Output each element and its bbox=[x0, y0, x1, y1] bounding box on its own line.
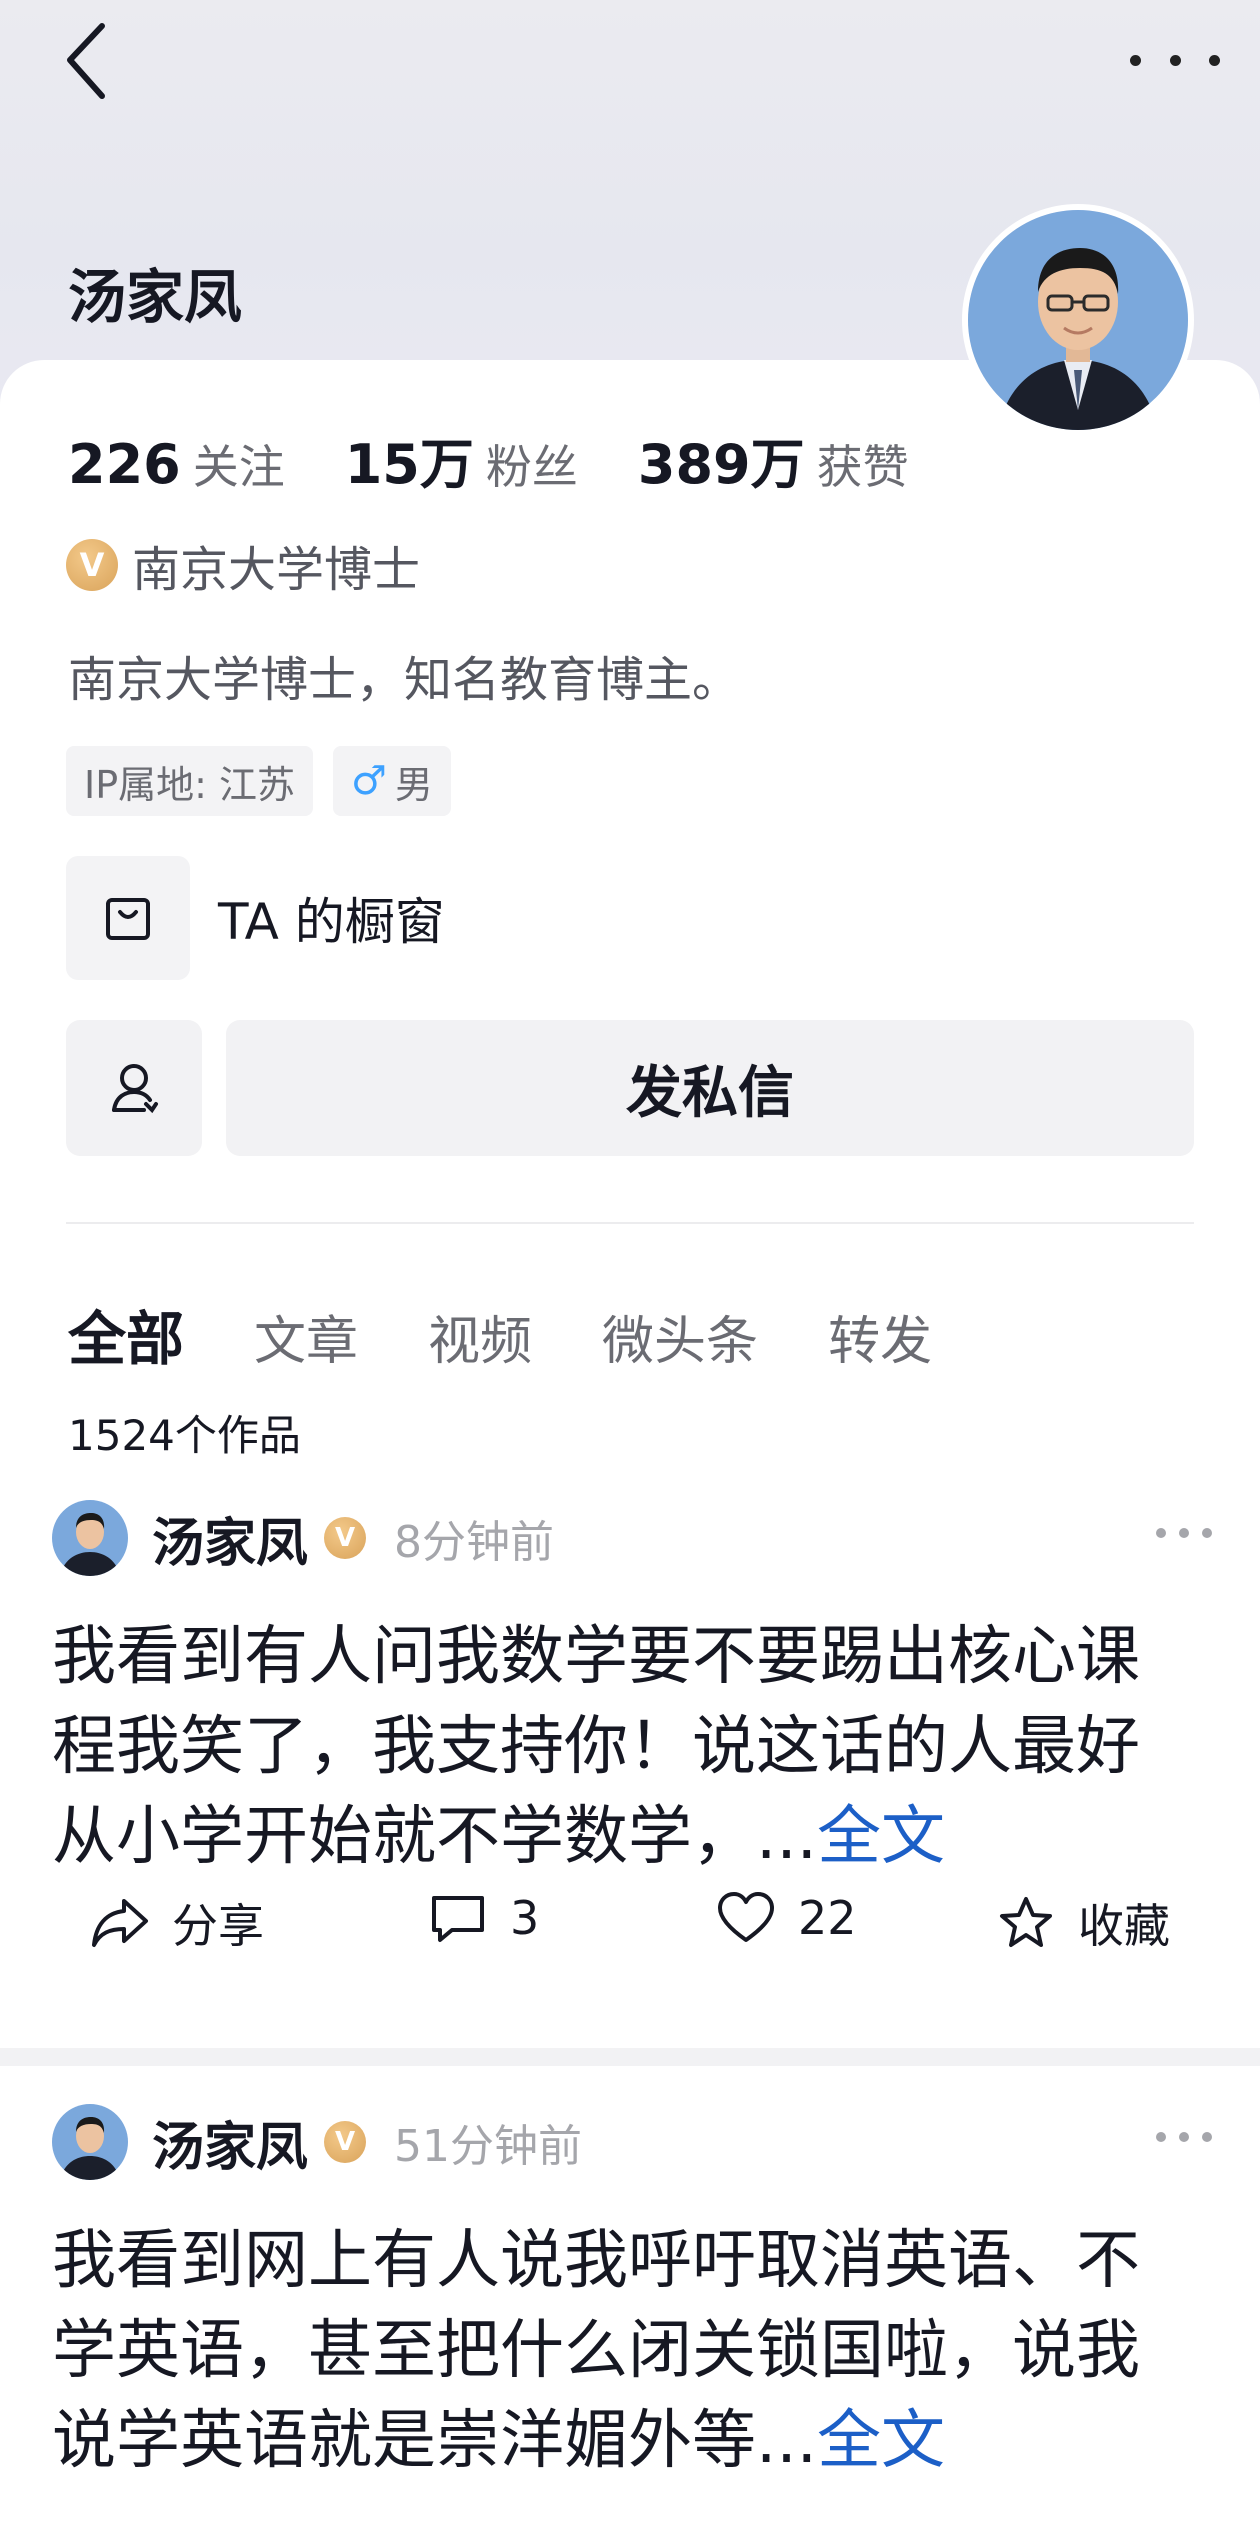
post-separator bbox=[0, 2048, 1260, 2066]
like-button[interactable]: 22 bbox=[716, 1890, 857, 1946]
verified-badge-icon: V bbox=[324, 2121, 367, 2163]
stat-likes[interactable]: 389万 获赞 bbox=[638, 420, 909, 499]
more-dots-icon bbox=[1156, 2132, 1166, 2142]
post-author-avatar[interactable] bbox=[52, 1500, 128, 1576]
more-options-button[interactable] bbox=[1130, 30, 1220, 90]
post-more-button[interactable] bbox=[1156, 2132, 1212, 2146]
tab-micro-posts[interactable]: 微头条 bbox=[602, 1299, 758, 1374]
heart-icon bbox=[718, 1892, 774, 1942]
male-icon: ♂ bbox=[351, 758, 387, 804]
user-follow-icon bbox=[112, 1064, 158, 1114]
stat-label: 关注 bbox=[192, 440, 285, 494]
stat-label: 粉丝 bbox=[485, 440, 578, 494]
tab-reposts[interactable]: 转发 bbox=[828, 1299, 932, 1374]
comment-icon bbox=[432, 1896, 484, 1942]
verified-badge-icon: V bbox=[324, 1517, 367, 1559]
gender-tag: ♂ 男 bbox=[333, 746, 451, 816]
post-text: 我看到有人问我数学要不要踢出核心课程我笑了，我支持你！说这话的人最好从小学开始就… bbox=[52, 1620, 1140, 1874]
section-divider bbox=[66, 1222, 1194, 1224]
post-header: 汤家凤 V 51分钟前 bbox=[52, 2104, 582, 2180]
back-button[interactable] bbox=[60, 18, 130, 108]
post-body[interactable]: 我看到网上有人说我呼吁取消英语、不学英语，甚至把什么闭关锁国啦，说我说学英语就是… bbox=[52, 2216, 1202, 2486]
shop-window-label: TA 的橱窗 bbox=[218, 893, 445, 951]
post-timestamp: 8分钟前 bbox=[394, 1517, 555, 1568]
verified-text: 南京大学博士 bbox=[132, 542, 421, 598]
stat-label: 获赞 bbox=[816, 440, 909, 494]
stat-number: 389万 bbox=[637, 433, 805, 496]
profile-name: 汤家凤 bbox=[68, 263, 243, 331]
post-text: 我看到网上有人说我呼吁取消英语、不学英语，甚至把什么闭关锁国啦，说我说学英语就是… bbox=[52, 2224, 1140, 2478]
share-icon bbox=[92, 1899, 148, 1947]
profile-avatar[interactable] bbox=[962, 204, 1194, 436]
share-button[interactable]: 分享 bbox=[90, 1890, 264, 1956]
stat-following[interactable]: 226 关注 bbox=[68, 431, 285, 497]
profile-bio: 南京大学博士，知名教育博主。 bbox=[68, 652, 741, 708]
tab-all[interactable]: 全部 bbox=[68, 1292, 184, 1376]
ip-location-text: IP属地: 江苏 bbox=[84, 762, 296, 807]
tab-articles[interactable]: 文章 bbox=[254, 1299, 358, 1374]
post-author-name[interactable]: 汤家凤 bbox=[152, 2105, 308, 2180]
post-body[interactable]: 我看到有人问我数学要不要踢出核心课程我笑了，我支持你！说这话的人最好从小学开始就… bbox=[52, 1612, 1202, 1882]
post-author-avatar[interactable] bbox=[52, 2104, 128, 2180]
stat-followers[interactable]: 15万 粉丝 bbox=[345, 420, 578, 499]
verification-info: V 南京大学博士 bbox=[66, 530, 420, 600]
post-timestamp: 51分钟前 bbox=[394, 2121, 583, 2172]
post-more-button[interactable] bbox=[1156, 1528, 1212, 1542]
comment-count: 3 bbox=[510, 1891, 540, 1945]
favorite-button[interactable]: 收藏 bbox=[996, 1890, 1170, 1956]
verified-badge-icon: V bbox=[66, 539, 118, 591]
profile-tags: IP属地: 江苏 ♂ 男 bbox=[66, 746, 471, 816]
more-dots-icon bbox=[1130, 54, 1141, 66]
shop-window-entry[interactable]: TA 的橱窗 bbox=[66, 856, 445, 980]
like-count: 22 bbox=[798, 1891, 857, 1945]
gender-text: 男 bbox=[394, 762, 433, 807]
read-full-link[interactable]: 全文 bbox=[817, 1800, 945, 1874]
read-full-link[interactable]: 全文 bbox=[817, 2404, 945, 2478]
profile-stats: 226 关注 15万 粉丝 389万 获赞 bbox=[68, 420, 969, 499]
comment-button[interactable]: 3 bbox=[428, 1890, 539, 1946]
tab-videos[interactable]: 视频 bbox=[428, 1299, 532, 1374]
post-actions: 分享 3 22 收藏 bbox=[0, 1890, 1260, 1970]
post-header: 汤家凤 V 8分钟前 bbox=[52, 1500, 554, 1576]
stat-number: 226 bbox=[68, 433, 181, 496]
shop-bag-icon bbox=[66, 856, 190, 980]
follow-user-button[interactable] bbox=[66, 1020, 202, 1156]
stat-number: 15万 bbox=[344, 433, 474, 496]
star-icon bbox=[1000, 1897, 1052, 1947]
avatar-image bbox=[968, 210, 1188, 430]
send-message-button[interactable]: 发私信 bbox=[226, 1020, 1194, 1156]
more-dots-icon bbox=[1156, 1528, 1166, 1538]
ip-location-tag: IP属地: 江苏 bbox=[66, 746, 314, 816]
chevron-left-icon bbox=[67, 23, 105, 99]
share-label: 分享 bbox=[172, 1899, 264, 1953]
works-count: 1524个作品 bbox=[68, 1411, 301, 1460]
favorite-label: 收藏 bbox=[1078, 1899, 1170, 1953]
post-author-name[interactable]: 汤家凤 bbox=[152, 1501, 308, 1576]
content-tabs: 全部 文章 视频 微头条 转发 bbox=[68, 1292, 1002, 1376]
